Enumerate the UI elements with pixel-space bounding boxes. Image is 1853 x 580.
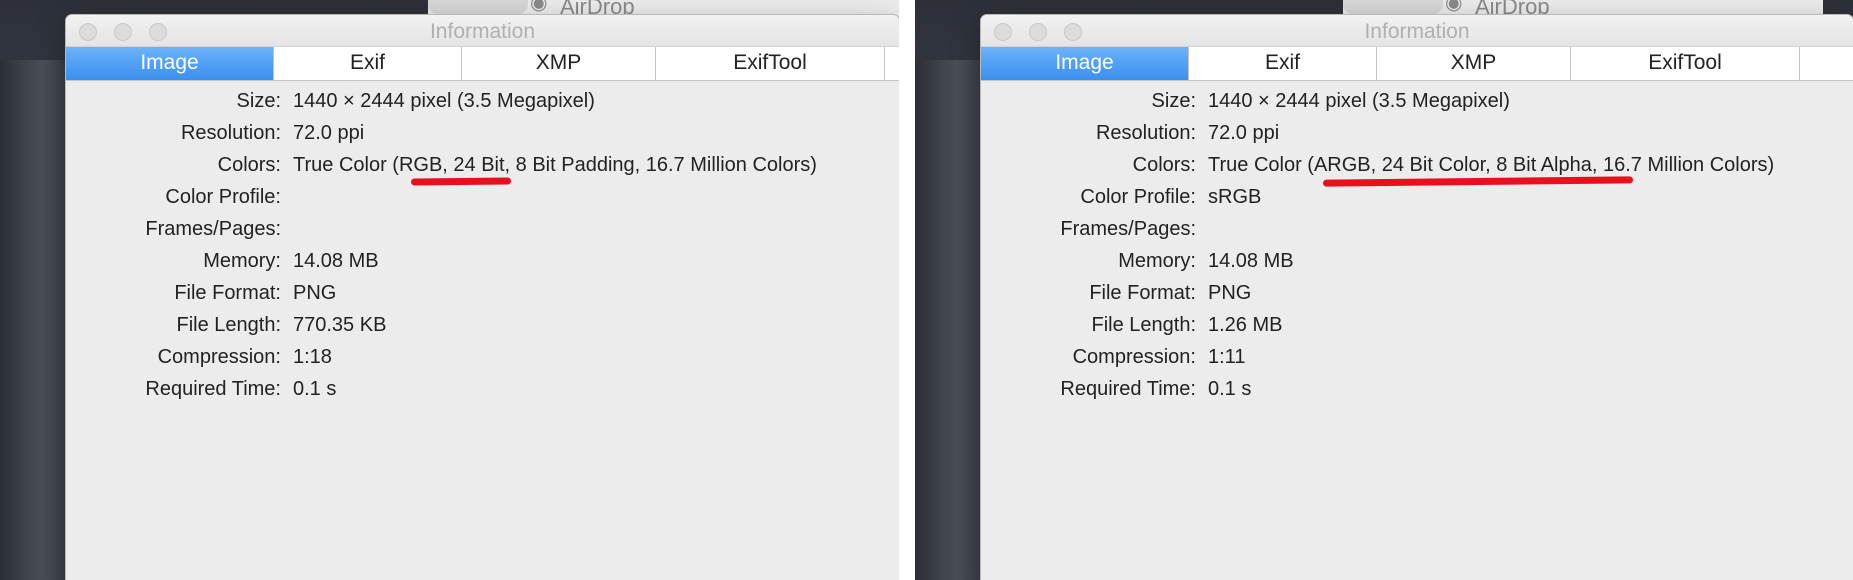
info-row-size: Size: 1440 × 2444 pixel (3.5 Megapixel) bbox=[981, 85, 1853, 117]
info-label: File Length: bbox=[1091, 313, 1196, 336]
info-label: Size: bbox=[236, 89, 281, 112]
info-label: Colors: bbox=[1132, 153, 1196, 176]
info-value: 1:18 bbox=[293, 345, 332, 368]
info-value: 14.08 MB bbox=[1208, 249, 1294, 272]
tab-image[interactable]: Image bbox=[981, 47, 1189, 80]
tab-xmp[interactable]: XMP bbox=[1377, 47, 1571, 80]
info-row-file-format: File Format: PNG bbox=[981, 277, 1853, 309]
screenshot-panel-left: ◉ AirDrop Information Image Exif XMP Exi… bbox=[0, 0, 899, 580]
info-label: Required Time: bbox=[1060, 377, 1196, 400]
window-title: Information bbox=[1364, 20, 1470, 43]
info-row-resolution: Resolution: 72.0 ppi bbox=[66, 117, 899, 149]
tab-exif[interactable]: Exif bbox=[274, 47, 462, 80]
tab-exiftool[interactable]: ExifTool bbox=[656, 47, 885, 80]
info-value: True Color (RGB, 24 Bit, 8 Bit Padding, … bbox=[293, 153, 817, 176]
info-value: 1.26 MB bbox=[1208, 313, 1283, 336]
window-title: Information bbox=[429, 20, 536, 43]
info-label: Compression: bbox=[1072, 345, 1196, 368]
info-value: 1440 × 2444 pixel (3.5 Megapixel) bbox=[1208, 89, 1510, 112]
info-value: 770.35 KB bbox=[293, 313, 387, 336]
tab-bar: Image Exif XMP ExifTool bbox=[981, 47, 1853, 81]
info-label: Frames/Pages: bbox=[1060, 217, 1196, 240]
info-row-file-length: File Length: 1.26 MB bbox=[981, 309, 1853, 341]
info-row-compression: Compression: 1:11 bbox=[981, 341, 1853, 373]
info-row-required-time: Required Time: 0.1 s bbox=[981, 373, 1853, 405]
info-row-frames-pages: Frames/Pages: bbox=[66, 213, 899, 245]
info-row-resolution: Resolution: 72.0 ppi bbox=[981, 117, 1853, 149]
info-label: Size: bbox=[1151, 89, 1196, 112]
info-row-memory: Memory: 14.08 MB bbox=[66, 245, 899, 277]
info-label: File Length: bbox=[176, 313, 281, 336]
info-row-color-profile: Color Profile: sRGB bbox=[981, 181, 1853, 213]
info-row-memory: Memory: 14.08 MB bbox=[981, 245, 1853, 277]
info-value: True Color (ARGB, 24 Bit Color, 8 Bit Al… bbox=[1208, 153, 1775, 176]
info-label: Memory: bbox=[203, 249, 281, 272]
screenshot-panel-right: ◉ AirDrop Information Image Exif XMP Exi… bbox=[915, 0, 1853, 580]
info-label: Color Profile: bbox=[1080, 185, 1196, 208]
info-row-compression: Compression: 1:18 bbox=[66, 341, 899, 373]
info-row-size: Size: 1440 × 2444 pixel (3.5 Megapixel) bbox=[66, 85, 899, 117]
info-label: File Format: bbox=[1089, 281, 1196, 304]
info-label: Colors: bbox=[217, 153, 281, 176]
info-label: Resolution: bbox=[1095, 121, 1196, 144]
info-label: Frames/Pages: bbox=[145, 217, 281, 240]
info-row-colors: Colors: True Color (ARGB, 24 Bit Color, 8… bbox=[981, 149, 1853, 187]
tab-xmp[interactable]: XMP bbox=[462, 47, 656, 80]
info-label: Compression: bbox=[157, 345, 281, 368]
panel-separator bbox=[899, 0, 915, 580]
info-value: PNG bbox=[293, 281, 337, 304]
info-list: Size: 1440 × 2444 pixel (3.5 Megapixel) R… bbox=[66, 81, 899, 405]
info-value: 1:11 bbox=[1208, 345, 1246, 368]
info-value: 72.0 ppi bbox=[1208, 121, 1280, 144]
tab-exif[interactable]: Exif bbox=[1189, 47, 1377, 80]
info-value: 0.1 s bbox=[1208, 377, 1252, 400]
info-value: sRGB bbox=[1208, 185, 1262, 208]
info-label: Memory: bbox=[1118, 249, 1196, 272]
info-row-color-profile: Color Profile: bbox=[66, 181, 899, 213]
info-value: PNG bbox=[1208, 281, 1252, 304]
info-row-colors: Colors: True Color (RGB, 24 Bit, 8 Bit Pa… bbox=[66, 149, 899, 186]
airdrop-icon: ◉ bbox=[530, 0, 548, 14]
info-list: Size: 1440 × 2444 pixel (3.5 Megapixel) R… bbox=[981, 81, 1853, 405]
info-row-required-time: Required Time: 0.1 s bbox=[66, 373, 899, 405]
tab-bar: Image Exif XMP ExifTool bbox=[66, 47, 899, 81]
info-label: Resolution: bbox=[180, 121, 281, 144]
red-underline-annotation bbox=[410, 176, 512, 186]
info-value: 14.08 MB bbox=[293, 249, 379, 272]
window-titlebar: Information bbox=[981, 15, 1853, 47]
info-value: 72.0 ppi bbox=[293, 121, 365, 144]
info-value: 1440 × 2444 pixel (3.5 Megapixel) bbox=[293, 89, 595, 112]
info-label: File Format: bbox=[174, 281, 281, 304]
tab-image[interactable]: Image bbox=[66, 47, 274, 80]
info-value: 0.1 s bbox=[293, 377, 337, 400]
window-titlebar: Information bbox=[66, 15, 899, 47]
tab-exiftool[interactable]: ExifTool bbox=[1571, 47, 1800, 80]
info-row-file-length: File Length: 770.35 KB bbox=[66, 309, 899, 341]
airdrop-icon: ◉ bbox=[1445, 0, 1463, 14]
information-window: Information Image Exif XMP ExifTool Size… bbox=[66, 15, 899, 580]
info-label: Required Time: bbox=[145, 377, 281, 400]
information-window: Information Image Exif XMP ExifTool Size… bbox=[981, 15, 1853, 580]
info-row-frames-pages: Frames/Pages: bbox=[981, 213, 1853, 245]
info-label: Color Profile: bbox=[165, 185, 281, 208]
info-row-file-format: File Format: PNG bbox=[66, 277, 899, 309]
